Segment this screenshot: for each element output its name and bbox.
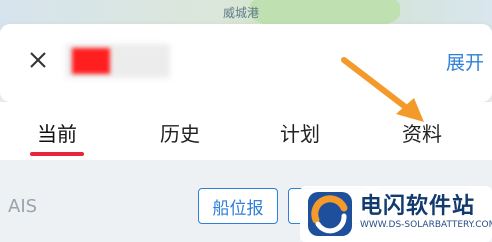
position-report-button[interactable]: 船位报 <box>198 188 278 224</box>
map-place-label: 威城港 <box>223 6 260 20</box>
tab-history[interactable]: 历史 <box>160 118 200 147</box>
watermark-title: 电闪软件站 <box>360 194 476 219</box>
watermark: 电闪软件站 WWW.DS-SOLARBATTERY.COM <box>300 186 492 242</box>
active-tab-indicator <box>30 152 84 156</box>
tab-plan[interactable]: 计划 <box>280 118 320 147</box>
tab-current[interactable]: 当前 <box>37 118 77 147</box>
vessel-name-redacted <box>66 44 170 78</box>
close-icon[interactable] <box>28 50 48 70</box>
expand-button[interactable]: 展开 <box>446 48 484 75</box>
ais-label: AIS <box>8 196 38 217</box>
annotation-arrow-icon <box>341 57 424 122</box>
watermark-url: WWW.DS-SOLARBATTERY.COM <box>360 220 492 230</box>
watermark-logo-icon <box>308 192 352 236</box>
position-report-label: 船位报 <box>212 198 264 219</box>
redaction-mark <box>72 48 110 74</box>
